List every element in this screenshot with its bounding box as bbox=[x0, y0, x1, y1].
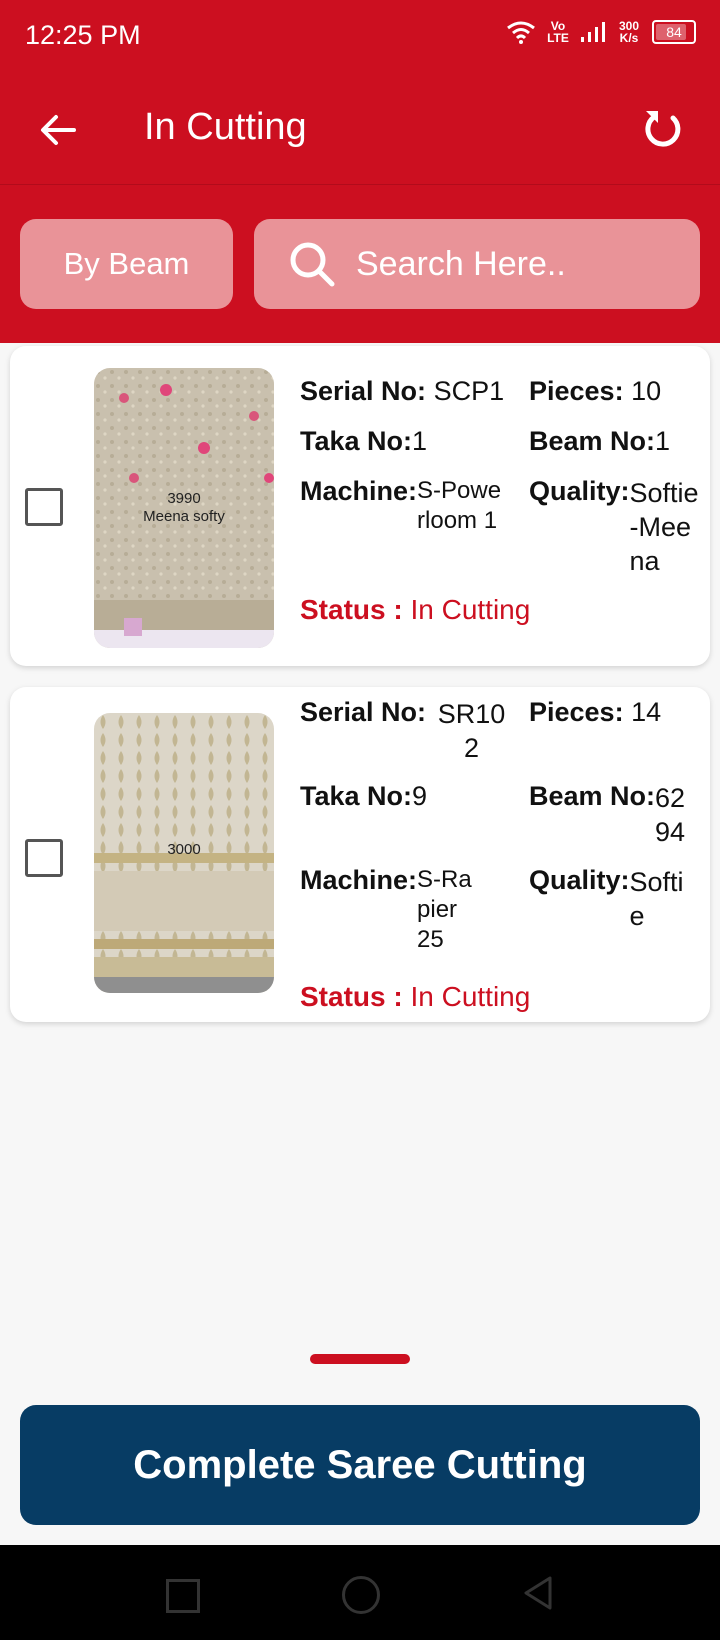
image-label: 3990 bbox=[167, 490, 200, 507]
home-icon[interactable] bbox=[342, 1576, 380, 1614]
machine-label: Machine: bbox=[300, 476, 418, 506]
refresh-icon[interactable] bbox=[640, 106, 686, 152]
pieces-label: Pieces: bbox=[529, 697, 624, 727]
serial-field: Serial No: SR102 bbox=[300, 697, 509, 765]
machine-field: Machine: S-Powerloom 1 bbox=[300, 476, 507, 536]
machine-label: Machine: bbox=[300, 865, 418, 895]
serial-value: SCP1 bbox=[433, 376, 505, 406]
app-bar: In Cutting bbox=[0, 76, 720, 185]
taka-field: Taka No:9 bbox=[300, 781, 427, 812]
page-title: In Cutting bbox=[144, 106, 307, 148]
machine-field: Machine: S-Rapier 25 bbox=[300, 865, 477, 955]
recents-icon[interactable] bbox=[166, 1579, 200, 1613]
image-label: 3000 bbox=[167, 841, 200, 858]
quality-value: Softie-Meena bbox=[629, 478, 699, 576]
serial-label: Serial No: bbox=[300, 697, 427, 727]
taka-value: 1 bbox=[412, 426, 428, 456]
drag-handle[interactable] bbox=[310, 1354, 410, 1364]
beam-value: 1 bbox=[655, 426, 671, 456]
pieces-label: Pieces: bbox=[529, 376, 624, 406]
image-label: Meena softy bbox=[143, 508, 225, 525]
select-checkbox[interactable] bbox=[25, 488, 63, 526]
taka-label: Taka No: bbox=[300, 426, 413, 456]
battery-icon: 84 bbox=[652, 20, 696, 44]
select-checkbox[interactable] bbox=[25, 839, 63, 877]
filter-bar: By Beam bbox=[0, 185, 720, 343]
beam-value: 6294 bbox=[655, 783, 686, 847]
pieces-field: Pieces: 14 bbox=[529, 697, 661, 728]
complete-saree-cutting-button[interactable]: Complete Saree Cutting bbox=[20, 1405, 700, 1525]
back-arrow-icon[interactable] bbox=[38, 110, 78, 150]
serial-label: Serial No: bbox=[300, 376, 427, 406]
back-triangle-icon[interactable] bbox=[522, 1575, 554, 1611]
taka-label: Taka No: bbox=[300, 781, 413, 811]
status-bar: 12:25 PM Vo LTE 300 K/s 84 bbox=[0, 0, 720, 76]
search-icon bbox=[290, 242, 335, 287]
pieces-value: 14 bbox=[631, 697, 662, 727]
saree-image: 3000 bbox=[94, 713, 274, 993]
beam-field: Beam No:1 bbox=[529, 426, 670, 457]
beam-label: Beam No: bbox=[529, 426, 656, 456]
status-value: In Cutting bbox=[410, 981, 531, 1012]
status-icons: Vo LTE 300 K/s 84 bbox=[506, 20, 696, 44]
by-beam-button[interactable]: By Beam bbox=[20, 219, 233, 309]
status-label: Status : bbox=[300, 594, 403, 625]
search-input[interactable] bbox=[354, 243, 678, 285]
status-time: 12:25 PM bbox=[25, 20, 141, 50]
quality-field: Quality: Softie bbox=[529, 865, 692, 933]
status-text: Status : In Cutting bbox=[300, 981, 530, 1013]
machine-value: S-Powerloom 1 bbox=[417, 477, 502, 534]
quality-label: Quality: bbox=[529, 476, 630, 506]
serial-value: SR102 bbox=[437, 699, 506, 763]
pieces-field: Pieces: 10 bbox=[529, 376, 699, 407]
pieces-value: 10 bbox=[631, 376, 662, 406]
quality-label: Quality: bbox=[529, 865, 630, 895]
serial-field: Serial No: SCP1 bbox=[300, 376, 510, 407]
network-type: Vo LTE bbox=[547, 19, 569, 45]
taka-field: Taka No:1 bbox=[300, 426, 427, 457]
wifi-icon bbox=[507, 21, 535, 44]
list-item[interactable]: 3990 Meena softy Serial No: SCP1 Pieces:… bbox=[10, 346, 710, 666]
taka-value: 9 bbox=[412, 781, 428, 811]
list-item[interactable]: 3000 Serial No: SR102 Pieces: 14 Taka No… bbox=[10, 687, 710, 1022]
status-text: Status : In Cutting bbox=[300, 594, 530, 626]
beam-label: Beam No: bbox=[529, 781, 656, 811]
beam-field: Beam No: 6294 bbox=[529, 781, 691, 849]
search-box[interactable] bbox=[254, 219, 700, 309]
battery-level: 84 bbox=[666, 24, 682, 40]
saree-image: 3990 Meena softy bbox=[94, 368, 274, 648]
system-nav-bar bbox=[0, 1545, 720, 1640]
quality-value: Softie bbox=[629, 867, 684, 931]
status-value: In Cutting bbox=[410, 594, 531, 625]
machine-value: S-Rapier 25 bbox=[417, 866, 472, 953]
status-label: Status : bbox=[300, 981, 403, 1012]
network-speed: 300 K/s bbox=[618, 19, 640, 45]
signal-icon bbox=[581, 22, 605, 42]
quality-field: Quality: Softie-Meena bbox=[529, 476, 702, 578]
